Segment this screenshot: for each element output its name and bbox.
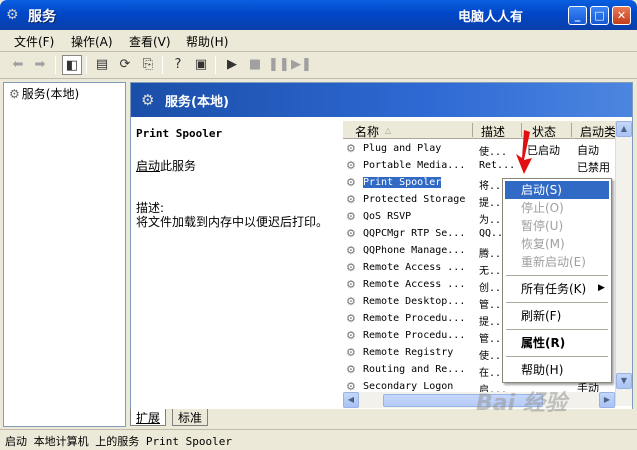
refresh-icon[interactable]: ⟳: [115, 55, 135, 75]
menu-item-properties[interactable]: 属性(R): [505, 334, 609, 352]
row-name: QoS RSVP: [363, 211, 412, 222]
tab-extended[interactable]: 扩展: [130, 409, 167, 426]
console-icon[interactable]: ▣: [191, 55, 211, 75]
menu-item-refresh[interactable]: 刷新(F): [505, 307, 609, 325]
back-arrow-icon[interactable]: ⬅: [8, 55, 28, 75]
window-title: 服务: [28, 9, 56, 25]
submenu-arrow-icon: ▶: [598, 283, 605, 293]
services-gear-icon: ⚙: [9, 87, 20, 101]
row-name: Remote Access ...: [363, 279, 466, 290]
row-name: Remote Procedu...: [363, 313, 466, 324]
title-bar[interactable]: ⚙ 服务 电脑人人有 _ □ ✕: [0, 0, 637, 30]
row-startup-type: 已禁用: [577, 161, 610, 174]
close-button[interactable]: ✕: [612, 6, 631, 25]
menu-item-stop[interactable]: 停止(O): [505, 199, 609, 217]
row-name: Remote Access ...: [363, 262, 466, 273]
service-gear-icon: ⚙: [346, 210, 356, 223]
menu-item-all-tasks[interactable]: 所有任务(K): [505, 280, 609, 298]
row-name: Secondary Logon: [363, 381, 454, 392]
service-gear-icon: ⚙: [346, 278, 356, 291]
row-name: Portable Media...: [363, 160, 466, 171]
row-name: QQPhone Manage...: [363, 245, 466, 256]
service-gear-icon: ⚙: [346, 227, 356, 240]
row-name: Print Spooler: [363, 177, 442, 188]
status-bar: 启动 本地计算机 上的服务 Print Spooler: [0, 429, 637, 450]
menu-item-start[interactable]: 启动(S): [505, 181, 609, 199]
list-header: 名称 △ 描述 状态 启动类: [343, 121, 632, 140]
menu-bar: 文件(F) 操作(A) 查看(V) 帮助(H): [0, 30, 637, 52]
restart-service-icon[interactable]: ▶❚: [291, 55, 312, 75]
forward-arrow-icon[interactable]: ➡: [30, 55, 50, 75]
service-gear-icon: ⚙: [346, 142, 356, 155]
pause-service-icon[interactable]: ❚❚: [268, 55, 290, 75]
scroll-up-icon[interactable]: ▲: [616, 121, 632, 137]
tree-item-label: 服务(本地): [21, 87, 80, 101]
scroll-left-icon[interactable]: ◀: [343, 392, 359, 408]
service-gear-icon: ⚙: [346, 261, 356, 274]
row-startup-type: 自动: [577, 144, 599, 157]
service-gear-icon: ⚙: [346, 159, 356, 172]
menu-action[interactable]: 操作(A): [71, 33, 113, 50]
scroll-down-icon[interactable]: ▼: [616, 373, 632, 389]
tab-standard[interactable]: 标准: [172, 409, 209, 426]
scroll-right-icon[interactable]: ▶: [599, 392, 615, 408]
service-gear-icon: ⚙: [346, 346, 356, 359]
description-panel: Print Spooler 启动此服务 描述: 将文件加载到内存中以便迟后打印。: [131, 121, 343, 406]
service-gear-icon: ⚙: [346, 193, 356, 206]
menu-item-restart[interactable]: 重新启动(E): [505, 253, 609, 271]
tree-item-services-local[interactable]: ⚙ 服务(本地): [9, 85, 80, 102]
table-row[interactable]: ⚙ Plug and Play 使... 已启动 自动: [343, 141, 632, 158]
minimize-button[interactable]: _: [568, 6, 587, 25]
stop-service-icon[interactable]: ■: [245, 55, 265, 75]
row-name: QQPCMgr RTP Se...: [363, 228, 466, 239]
toolbar: ⬅ ➡ ◧ ▤ ⟳ ⎘ ? ▣ ▶ ■ ❚❚ ▶❚: [0, 52, 637, 79]
baidu-watermark: Bai 经验: [476, 391, 567, 416]
vertical-scrollbar[interactable]: ▲ ▼: [615, 121, 632, 406]
menu-file[interactable]: 文件(F): [14, 33, 54, 50]
red-arrow-pointer: [516, 130, 532, 174]
tree-pane: ⚙ 服务(本地): [3, 82, 126, 427]
context-menu: 启动(S) 停止(O) 暂停(U) 恢复(M) 重新启动(E) 所有任务(K) …: [502, 178, 612, 383]
column-startup-type[interactable]: 启动类: [580, 123, 616, 140]
services-gear-icon: ⚙: [141, 91, 155, 109]
menu-item-resume[interactable]: 恢复(M): [505, 235, 609, 253]
status-text: 启动 本地计算机 上的服务 Print Spooler: [5, 435, 232, 448]
help-icon[interactable]: ?: [168, 55, 188, 75]
export-list-icon[interactable]: ⎘: [138, 55, 158, 75]
start-link-suffix: 此服务: [160, 159, 197, 173]
row-name: Routing and Re...: [363, 364, 466, 375]
row-name: Plug and Play: [363, 143, 442, 154]
selected-service-name: Print Spooler: [136, 127, 223, 140]
start-service-link[interactable]: 启动: [136, 159, 160, 173]
column-name[interactable]: 名称: [355, 123, 379, 140]
row-name: Remote Desktop...: [363, 296, 466, 307]
show-hide-tree-icon[interactable]: ◧: [62, 55, 82, 75]
description-text: 将文件加载到内存中以便迟后打印。: [136, 215, 329, 229]
menu-item-pause[interactable]: 暂停(U): [505, 217, 609, 235]
maximize-button[interactable]: □: [590, 6, 609, 25]
service-gear-icon: ⚙: [346, 312, 356, 325]
column-description[interactable]: 描述: [481, 123, 505, 140]
menu-help[interactable]: 帮助(H): [186, 33, 228, 50]
service-gear-icon: ⚙: [346, 295, 356, 308]
service-gear-icon: ⚙: [346, 244, 356, 257]
menu-view[interactable]: 查看(V): [129, 33, 171, 50]
row-name: Protected Storage: [363, 194, 466, 205]
row-description: 使...: [479, 147, 508, 158]
start-service-icon[interactable]: ▶: [222, 55, 242, 75]
watermark-text: 电脑人人有: [458, 10, 524, 25]
start-service-link-line: 启动此服务: [136, 157, 196, 174]
services-gear-icon: ⚙: [6, 7, 19, 23]
pane-header: ⚙ 服务(本地): [131, 83, 632, 117]
sort-arrow-icon: △: [385, 126, 392, 135]
service-gear-icon: ⚙: [346, 363, 356, 376]
properties-icon[interactable]: ▤: [92, 55, 112, 75]
pane-title: 服务(本地): [165, 95, 229, 110]
service-gear-icon: ⚙: [346, 176, 356, 189]
row-name: Remote Procedu...: [363, 330, 466, 341]
menu-item-help[interactable]: 帮助(H): [505, 361, 609, 379]
table-row[interactable]: ⚙ Portable Media... Ret... 已禁用: [343, 158, 632, 175]
row-name: Remote Registry: [363, 347, 454, 358]
service-gear-icon: ⚙: [346, 329, 356, 342]
